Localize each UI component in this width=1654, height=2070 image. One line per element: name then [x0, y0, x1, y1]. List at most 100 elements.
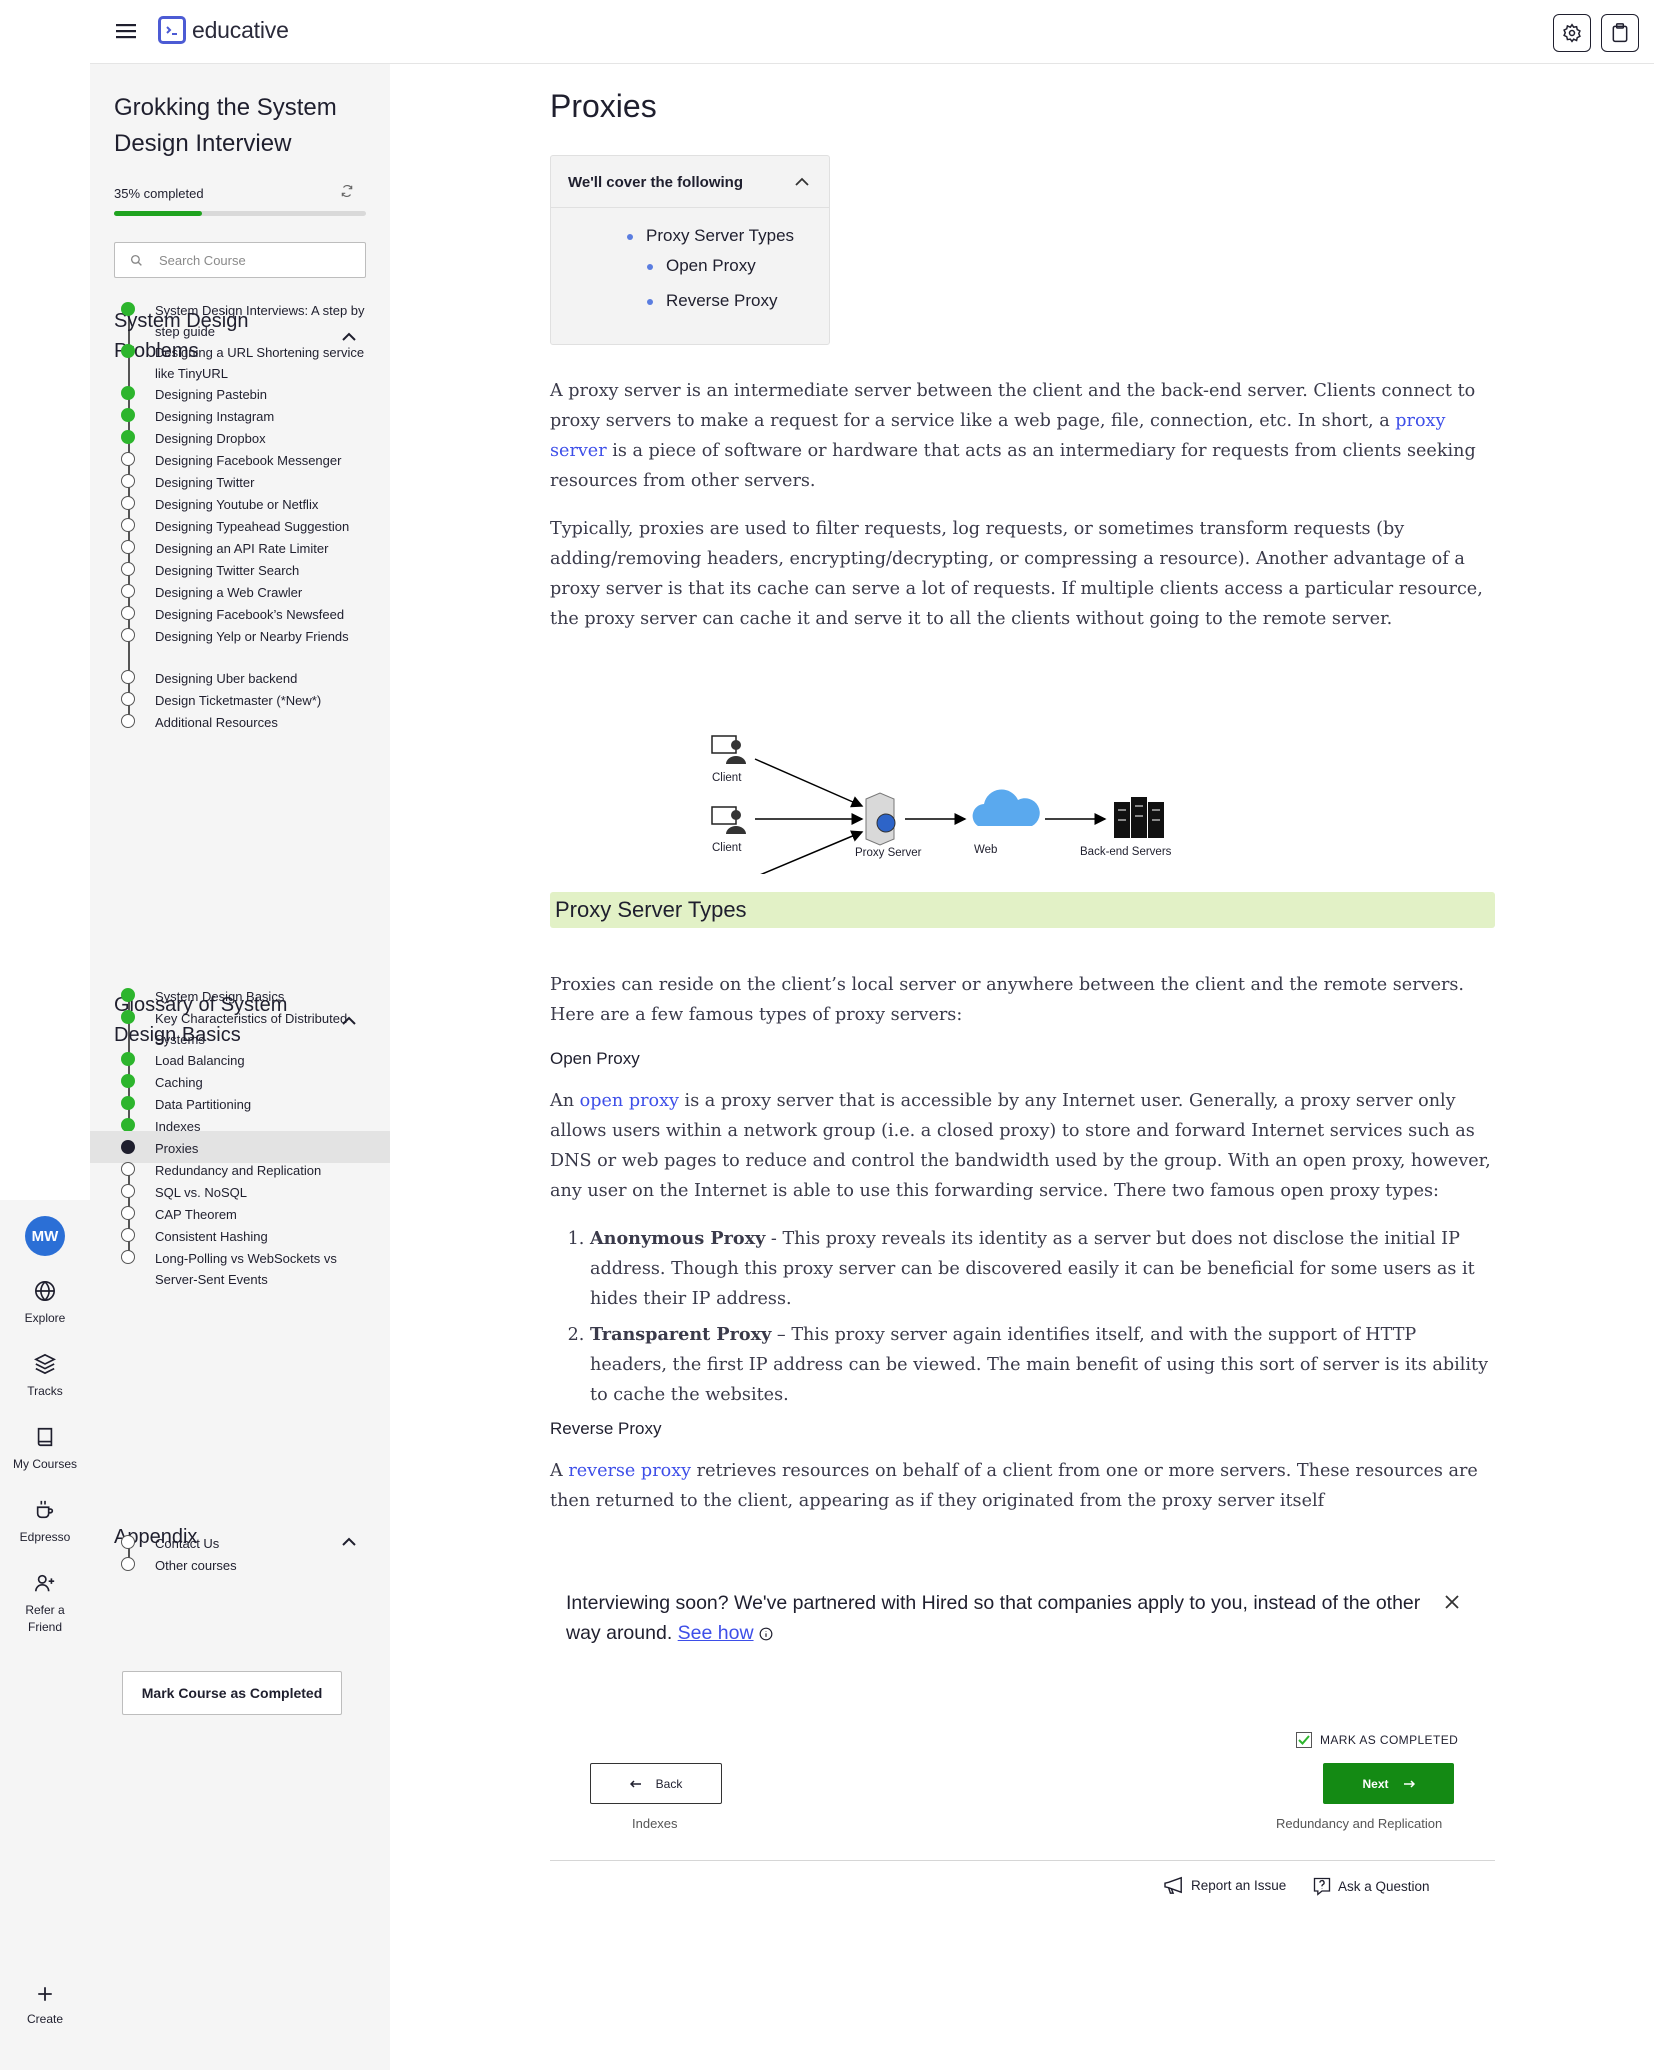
report-issue-link[interactable]: Report an Issue — [1163, 1876, 1286, 1894]
left-rail: MW Explore Tracks My Courses Edpresso Re… — [0, 0, 90, 2070]
previous-lesson-name[interactable]: Indexes — [632, 1816, 678, 1831]
lesson-status-dot — [121, 496, 135, 510]
lesson-label: System Design Basics — [155, 989, 285, 1004]
lesson-status-dot — [121, 628, 135, 642]
checkbox[interactable] — [1296, 1732, 1312, 1748]
sidebar-lesson-item[interactable]: Designing Yelp or Nearby Friends — [114, 626, 384, 662]
lesson-status-dot — [121, 386, 135, 400]
sidebar-lesson-item[interactable]: Long-Polling vs WebSockets vs Server-Sen… — [114, 1248, 384, 1287]
gear-icon — [1563, 23, 1581, 43]
progress-label: 35% completed — [114, 186, 204, 201]
intro-paragraph: A proxy server is an intermediate server… — [550, 376, 1495, 496]
lesson-status-dot — [121, 606, 135, 620]
rail-label: Explore — [24, 1311, 66, 1325]
lesson-label: Proxies — [155, 1141, 199, 1156]
sidebar-lesson-item[interactable]: Additional Resources — [114, 712, 384, 738]
rail-explore[interactable]: Explore — [0, 1280, 90, 1327]
lesson-label: Design Ticketmaster (*New*) — [155, 693, 322, 708]
reverse-proxy-link[interactable]: reverse proxy — [568, 1461, 691, 1481]
logo[interactable]: educative — [158, 16, 289, 44]
mark-as-completed-checkbox[interactable]: MARK AS COMPLETED — [1296, 1732, 1458, 1748]
menu-icon[interactable] — [116, 22, 136, 45]
notes-button[interactable] — [1601, 14, 1639, 52]
rail-edpresso[interactable]: Edpresso — [0, 1499, 90, 1546]
report-issue-label: Report an Issue — [1191, 1877, 1287, 1893]
lesson-label: Key Characteristics of Distributed Syste… — [155, 1011, 348, 1047]
rail-top-area — [0, 0, 90, 1200]
proxy-diagram: Client Client Proxy Server Web Back-end … — [700, 664, 1260, 874]
lesson-label: Designing an API Rate Limiter — [155, 541, 329, 556]
avatar[interactable]: MW — [25, 1216, 65, 1256]
question-icon — [1313, 1877, 1331, 1896]
close-icon[interactable] — [1444, 1594, 1460, 1615]
toc-item-open-proxy[interactable]: Open Proxy — [647, 256, 756, 276]
rail-refer-friend[interactable]: Refer a Friend — [0, 1572, 90, 1636]
search-input[interactable] — [159, 243, 359, 277]
search-box[interactable] — [114, 242, 366, 278]
refresh-icon[interactable] — [340, 184, 354, 203]
proxy-server-icon — [865, 792, 896, 846]
back-label: Back — [655, 1776, 683, 1791]
lesson-label: Consistent Hashing — [155, 1229, 268, 1244]
lesson-status-dot — [121, 302, 135, 316]
types-intro-paragraph: Proxies can reside on the client’s local… — [550, 975, 1465, 1025]
lesson-status-dot — [121, 540, 135, 554]
rail-label: Edpresso — [19, 1530, 71, 1544]
mark-course-completed-button[interactable]: Mark Course as Completed — [122, 1671, 342, 1715]
lesson-status-dot — [121, 1162, 135, 1176]
back-button[interactable]: Back — [590, 1763, 722, 1804]
info-icon[interactable] — [759, 1627, 773, 1641]
promo-text: Interviewing soon? We've partnered with … — [566, 1588, 1426, 1648]
lesson-label: Designing Facebook Messenger — [155, 453, 342, 468]
lesson-status-dot — [121, 1118, 135, 1132]
lesson-status-dot — [121, 1140, 135, 1154]
sidebar-lesson-item[interactable]: Other courses — [114, 1555, 384, 1581]
lesson-label: Long-Polling vs WebSockets vs Server-Sen… — [155, 1251, 337, 1287]
next-button[interactable]: Next — [1323, 1763, 1454, 1804]
ask-question-link[interactable]: Ask a Question — [1312, 1876, 1430, 1896]
megaphone-icon — [1164, 1876, 1182, 1894]
lesson-status-dot — [121, 670, 135, 684]
divider — [550, 1860, 1495, 1861]
see-how-link[interactable]: See how — [678, 1622, 754, 1644]
settings-button[interactable] — [1553, 14, 1591, 52]
progress-fill — [114, 211, 203, 216]
toc-item-proxy-server-types[interactable]: Proxy Server Types — [626, 226, 794, 246]
sidebar-lesson-item[interactable]: System Design Interviews: A step by step… — [114, 300, 384, 339]
open-proxy-link[interactable]: open proxy — [580, 1091, 679, 1111]
backend-servers-icon — [1114, 797, 1164, 838]
rail-create[interactable]: Create — [0, 1985, 90, 2028]
lesson-label: CAP Theorem — [155, 1207, 237, 1222]
lesson-label: SQL vs. NoSQL — [155, 1185, 247, 1200]
lesson-status-dot — [121, 1184, 135, 1198]
arrow — [754, 758, 864, 808]
book-icon — [37, 1427, 53, 1447]
lesson-status-dot — [121, 1010, 135, 1024]
sidebar-lesson-item[interactable]: Key Characteristics of Distributed Syste… — [114, 1008, 384, 1047]
proxy-server-label: Proxy Server — [855, 847, 922, 859]
mark-as-completed-label: MARK AS COMPLETED — [1320, 1733, 1459, 1747]
logo-text: educative — [192, 16, 289, 43]
rail-tracks[interactable]: Tracks — [0, 1353, 90, 1400]
plus-icon — [38, 1987, 52, 2001]
text: An — [550, 1091, 580, 1111]
rail-my-courses[interactable]: My Courses — [0, 1426, 90, 1473]
search-icon — [130, 254, 142, 266]
lesson-status-dot — [121, 1206, 135, 1220]
chevron-up-icon[interactable] — [795, 177, 809, 187]
text: A proxy server is an intermediate server… — [550, 381, 1476, 431]
sidebar-lesson-item[interactable]: Designing a URL Shortening service like … — [114, 342, 384, 381]
lesson-label: Designing Yelp or Nearby Friends — [155, 629, 349, 644]
lesson-status-dot — [121, 408, 135, 422]
globe-icon — [35, 1281, 55, 1301]
arrow — [760, 830, 864, 874]
lesson-status-dot — [121, 584, 135, 598]
toc-item-reverse-proxy[interactable]: Reverse Proxy — [646, 291, 777, 311]
text: is a piece of software or hardware that … — [550, 441, 1476, 491]
lesson-label: Designing Twitter — [155, 475, 255, 490]
next-lesson-name[interactable]: Redundancy and Replication — [1276, 1816, 1442, 1831]
lesson-label: Other courses — [155, 1558, 237, 1573]
rail-label-line2: Friend — [27, 1620, 62, 1634]
section-heading: Proxy Server Types — [550, 892, 1495, 928]
toc-header[interactable]: We'll cover the following — [551, 156, 829, 208]
